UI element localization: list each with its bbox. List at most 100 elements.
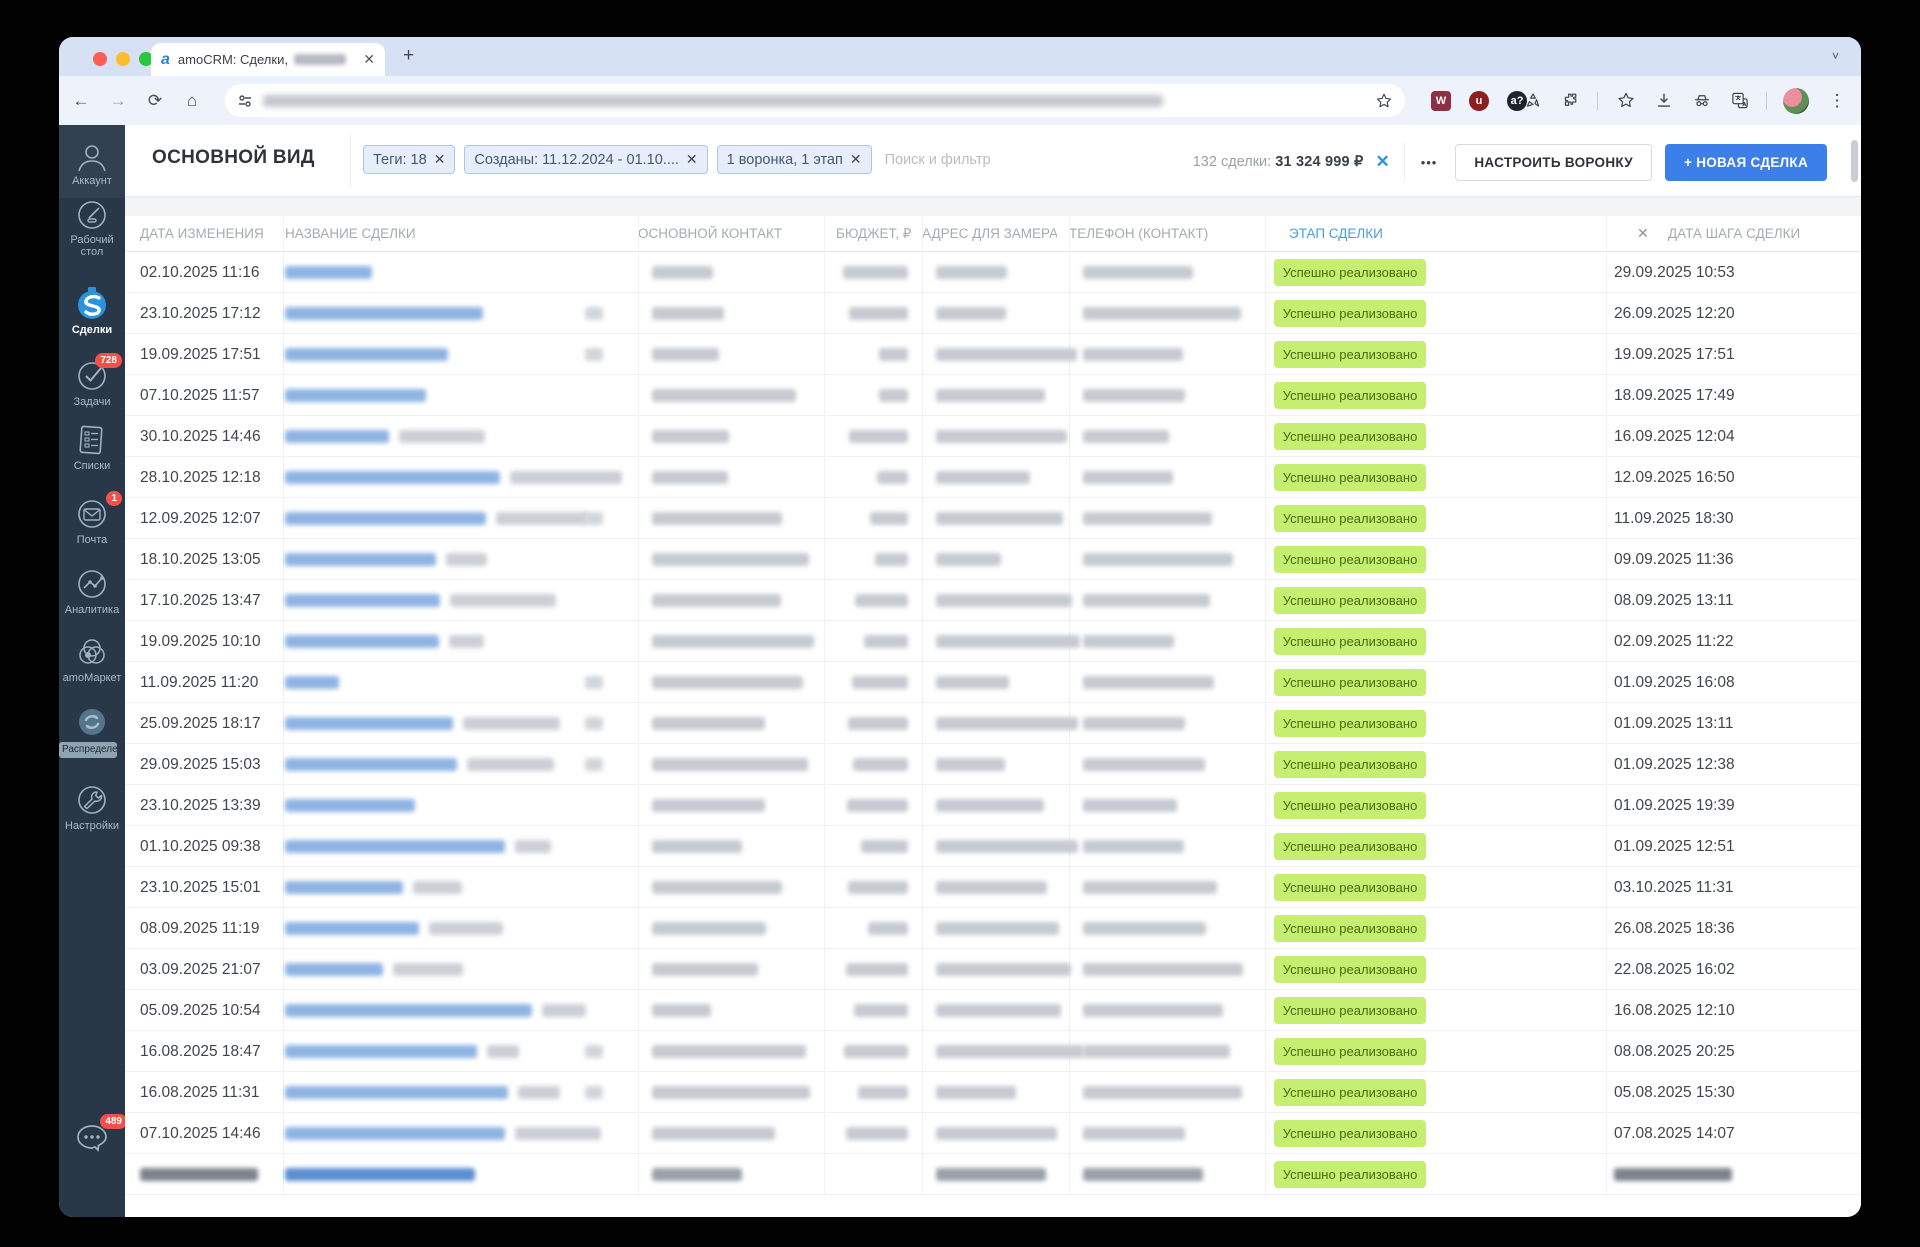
column-header-4[interactable]: БЮДЖЕТ, ₽ — [836, 226, 916, 242]
chip-close-icon[interactable]: ✕ — [686, 151, 698, 168]
deal-row[interactable]: 28.10.2025 12:18 Успешно реализовано 12.09… — [125, 457, 1861, 498]
deal-row[interactable]: 11.09.2025 11:20 Успешно реализовано 01.09… — [125, 662, 1861, 703]
sidebar-item-tasks[interactable]: 728 Задачи — [59, 353, 125, 408]
new-tab-button[interactable]: + — [403, 45, 414, 67]
deal-stage-badge[interactable]: Успешно реализовано — [1274, 751, 1426, 778]
deal-row[interactable]: 16.08.2025 18:47 Успешно реализовано 08.08… — [125, 1031, 1861, 1072]
browser-menu-icon[interactable]: ⋮ — [1827, 91, 1847, 111]
recycle-extension-icon[interactable] — [1523, 91, 1543, 110]
deal-stage-badge[interactable]: Успешно реализовано — [1274, 259, 1426, 286]
deal-row[interactable]: 29.09.2025 15:03 Успешно реализовано 01.09… — [125, 744, 1861, 785]
deal-row-partial[interactable]: Успешно реализовано — [125, 1154, 1861, 1195]
deal-stage-badge[interactable]: Успешно реализовано — [1274, 915, 1426, 942]
bookmark-star-icon[interactable] — [1375, 92, 1393, 110]
filter-chip[interactable]: Теги: 18 ✕ — [363, 145, 456, 174]
deal-stage-badge[interactable]: Успешно реализовано — [1274, 1038, 1426, 1065]
sidebar-item-distribution[interactable]: Распределение — [59, 705, 125, 758]
sidebar-item-market[interactable]: amoМаркет — [59, 635, 125, 684]
column-header-3[interactable]: ОСНОВНОЙ КОНТАКТ — [638, 226, 808, 241]
sidebar-item-lists[interactable]: Списки — [59, 423, 125, 472]
macos-minimize-button[interactable] — [116, 52, 130, 66]
sidebar-item-dashboard[interactable]: Рабочий стол — [59, 199, 125, 258]
deal-row[interactable]: 23.10.2025 15:01 Успешно реализовано 03.10… — [125, 867, 1861, 908]
sidebar-item-deals[interactable]: Сделки — [59, 285, 125, 336]
deal-row[interactable]: 18.10.2025 13:05 Успешно реализовано 09.09… — [125, 539, 1861, 580]
column-header-1[interactable]: ДАТА ИЗМЕНЕНИЯ — [140, 226, 280, 241]
deal-row[interactable]: 23.10.2025 17:12 Успешно реализовано 26.09… — [125, 293, 1861, 334]
deal-row[interactable]: 19.09.2025 17:51 Успешно реализовано 19.09… — [125, 334, 1861, 375]
deal-stage-badge[interactable]: Успешно реализовано — [1274, 1079, 1426, 1106]
deal-stage-badge[interactable]: Успешно реализовано — [1274, 874, 1426, 901]
star-extension-icon[interactable] — [1616, 91, 1636, 110]
deal-row[interactable]: 07.10.2025 14:46 Успешно реализовано 07.08… — [125, 1113, 1861, 1154]
tabstrip-chevron-icon[interactable]: ˅ — [1832, 49, 1839, 63]
deal-stage-badge[interactable]: Успешно реализовано — [1274, 464, 1426, 491]
deal-row[interactable]: 03.09.2025 21:07 Успешно реализовано 22.08… — [125, 949, 1861, 990]
sidebar-item-support-chat[interactable]: 489 — [59, 1114, 127, 1157]
scrollbar-thumb[interactable] — [1851, 140, 1858, 182]
tune-icon[interactable] — [237, 93, 253, 109]
deal-row[interactable]: 07.10.2025 11:57 Успешно реализовано 18.09… — [125, 375, 1861, 416]
view-title[interactable]: ОСНОВНОЙ ВИД — [152, 147, 315, 169]
deal-stage-badge[interactable]: Успешно реализовано — [1274, 669, 1426, 696]
deal-stage-badge[interactable]: Успешно реализовано — [1274, 1161, 1426, 1188]
u-extension-icon[interactable]: u — [1469, 90, 1489, 111]
search-filter-placeholder[interactable]: Поиск и фильтр — [885, 152, 991, 168]
sidebar-item-settings[interactable]: Настройки — [59, 783, 125, 832]
deal-stage-badge[interactable]: Успешно реализовано — [1274, 423, 1426, 450]
column-header-6[interactable]: ТЕЛЕФОН (КОНТАКТ) — [1069, 226, 1249, 241]
deal-stage-badge[interactable]: Успешно реализовано — [1274, 505, 1426, 532]
downloads-icon[interactable] — [1654, 91, 1674, 110]
browser-tab[interactable]: a amoCRM: Сделки, ✕ — [151, 43, 385, 76]
deal-stage-badge[interactable]: Успешно реализовано — [1274, 997, 1426, 1024]
clear-stage-filter-icon[interactable]: ✕ — [1637, 225, 1649, 242]
column-header-2[interactable]: НАЗВАНИЕ СДЕЛКИ — [285, 226, 485, 241]
deal-row[interactable]: 30.10.2025 14:46 Успешно реализовано 16.09… — [125, 416, 1861, 457]
more-actions-button[interactable]: ••• — [1421, 155, 1438, 170]
column-header-7[interactable]: ЭТАП СДЕЛКИ — [1289, 226, 1399, 241]
deal-row[interactable]: 19.09.2025 10:10 Успешно реализовано 02.09… — [125, 621, 1861, 662]
deal-row[interactable]: 05.09.2025 10:54 Успешно реализовано 16.08… — [125, 990, 1861, 1031]
profile-avatar[interactable] — [1783, 87, 1809, 114]
setup-pipeline-button[interactable]: НАСТРОИТЬ ВОРОНКУ — [1455, 143, 1652, 181]
deal-row[interactable]: 23.10.2025 13:39 Успешно реализовано 01.09… — [125, 785, 1861, 826]
forward-icon[interactable]: → — [103, 91, 133, 111]
column-header-5[interactable]: АДРЕС ДЛЯ ЗАМЕРА — [922, 226, 1057, 241]
deal-stage-badge[interactable]: Успешно реализовано — [1274, 792, 1426, 819]
deal-stage-badge[interactable]: Успешно реализовано — [1274, 587, 1426, 614]
deal-row[interactable]: 16.08.2025 11:31 Успешно реализовано 05.08… — [125, 1072, 1861, 1113]
sidebar-item-mail[interactable]: 1 Почта — [59, 491, 125, 546]
clear-filters-icon[interactable]: ✕ — [1375, 152, 1389, 172]
deal-row[interactable]: 01.10.2025 09:38 Успешно реализовано 01.09… — [125, 826, 1861, 867]
home-icon[interactable]: ⌂ — [177, 91, 207, 111]
translate-icon[interactable] — [1730, 91, 1750, 110]
sidebar-item-analytics[interactable]: Аналитика — [59, 567, 125, 616]
deal-stage-badge[interactable]: Успешно реализовано — [1274, 382, 1426, 409]
filter-chip[interactable]: 1 воронка, 1 этап ✕ — [716, 145, 872, 174]
deal-row[interactable]: 02.10.2025 11:16 Успешно реализовано 29.09… — [125, 252, 1861, 293]
deal-row[interactable]: 12.09.2025 12:07 Успешно реализовано 11.09… — [125, 498, 1861, 539]
filter-chip[interactable]: Созданы: 11.12.2024 - 01.10.... ✕ — [464, 145, 708, 174]
deal-stage-badge[interactable]: Успешно реализовано — [1274, 833, 1426, 860]
reload-icon[interactable]: ⟳ — [140, 91, 170, 111]
deal-stage-badge[interactable]: Успешно реализовано — [1274, 300, 1426, 327]
sidebar-item-user[interactable]: Аккаунт — [59, 142, 125, 187]
incognito-icon[interactable] — [1692, 91, 1712, 110]
deal-stage-badge[interactable]: Успешно реализовано — [1274, 956, 1426, 983]
deal-stage-badge[interactable]: Успешно реализовано — [1274, 341, 1426, 368]
deal-row[interactable]: 17.10.2025 13:47 Успешно реализовано 08.09… — [125, 580, 1861, 621]
w-extension-icon[interactable]: W — [1431, 90, 1451, 111]
deal-stage-badge[interactable]: Успешно реализовано — [1274, 1120, 1426, 1147]
macos-close-button[interactable] — [93, 52, 107, 66]
extensions-puzzle-icon[interactable] — [1561, 91, 1581, 110]
deal-stage-badge[interactable]: Успешно реализовано — [1274, 710, 1426, 737]
url-bar[interactable] — [225, 84, 1405, 117]
new-deal-button[interactable]: + НОВАЯ СДЕЛКА — [1664, 143, 1827, 181]
deal-stage-badge[interactable]: Успешно реализовано — [1274, 628, 1426, 655]
chip-close-icon[interactable]: ✕ — [850, 151, 862, 168]
column-header-8[interactable]: ДАТА ШАГА СДЕЛКИ — [1668, 226, 1818, 241]
deal-stage-badge[interactable]: Успешно реализовано — [1274, 546, 1426, 573]
tab-close-icon[interactable]: ✕ — [363, 51, 375, 68]
deal-row[interactable]: 08.09.2025 11:19 Успешно реализовано 26.08… — [125, 908, 1861, 949]
deal-row[interactable]: 25.09.2025 18:17 Успешно реализовано 01.09… — [125, 703, 1861, 744]
